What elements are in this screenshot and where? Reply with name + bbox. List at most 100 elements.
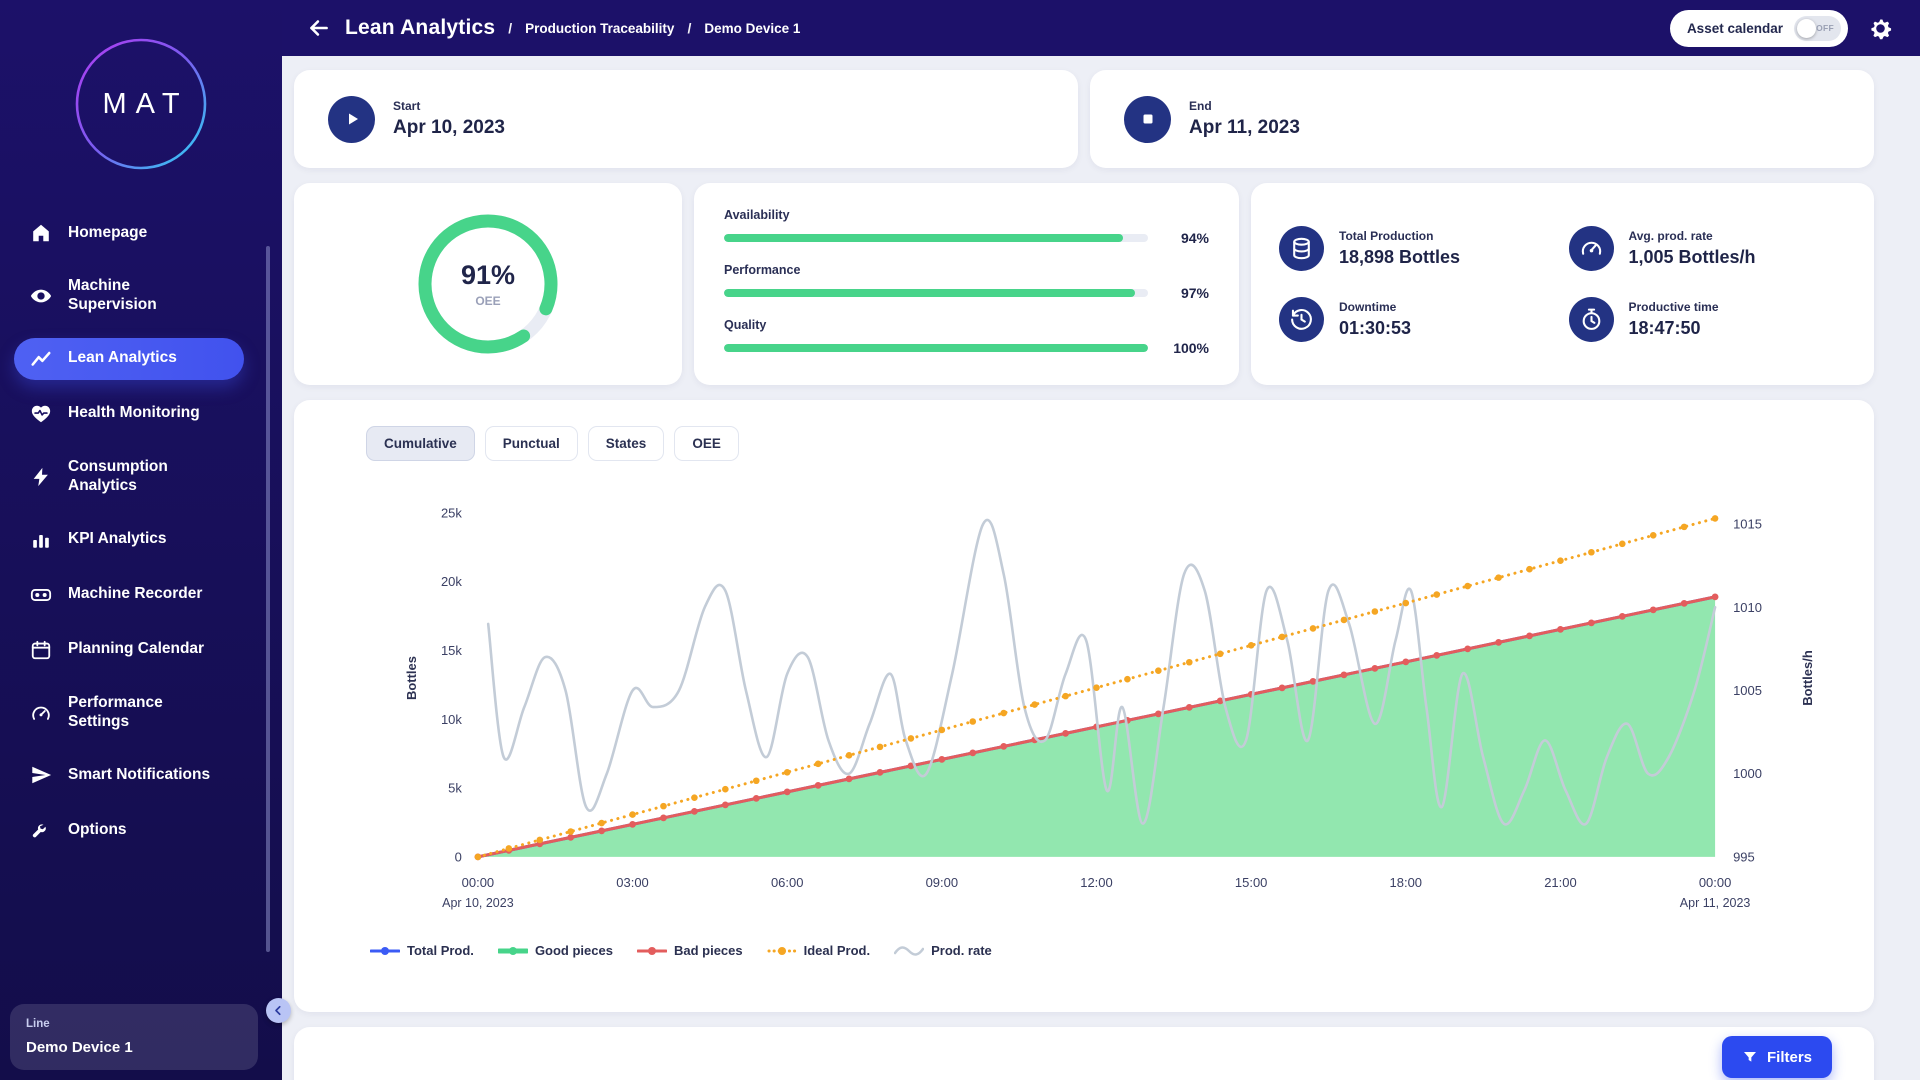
header: Lean Analytics / Production Traceability…: [282, 0, 1920, 56]
kpi-productive-time: Productive time 18:47:50: [1569, 297, 1847, 342]
svg-text:1010: 1010: [1733, 600, 1762, 615]
back-button[interactable]: [306, 15, 332, 41]
sidebar-item-planning-calendar[interactable]: Planning Calendar: [14, 629, 244, 671]
line-chart-icon: [30, 348, 52, 370]
gauge-icon: [30, 702, 52, 724]
svg-text:15:00: 15:00: [1235, 875, 1268, 890]
stopwatch-icon: [1579, 307, 1604, 332]
kpi-icon-circle: [1279, 226, 1324, 271]
kpi-total-production: Total Production18,898 Bottles: [1279, 226, 1557, 271]
svg-text:Apr 11, 2023: Apr 11, 2023: [1680, 896, 1751, 910]
page-title: Lean Analytics: [345, 16, 495, 40]
sidebar-scrollbar[interactable]: [266, 246, 270, 952]
sidebar-item-options[interactable]: Options: [14, 809, 244, 851]
database-icon: [1289, 236, 1314, 261]
kpi-label: Productive time: [1629, 300, 1719, 314]
svg-text:06:00: 06:00: [771, 875, 804, 890]
tab-oee[interactable]: OEE: [674, 426, 739, 461]
kpi-card: Total Production18,898 Bottles Avg. prod.…: [1251, 183, 1874, 385]
settings-button[interactable]: [1867, 15, 1894, 42]
end-card: End Apr 11, 2023: [1090, 70, 1874, 168]
oee-value: 91%: [461, 260, 515, 291]
tab-cumulative[interactable]: Cumulative: [366, 426, 475, 461]
metrics-card: Availability94%Performance97%Quality100%: [694, 183, 1239, 385]
chart-tabs: Cumulative Punctual States OEE: [366, 426, 1850, 461]
breadcrumb-production-traceability[interactable]: Production Traceability: [525, 21, 674, 36]
sidebar-item-label: KPI Analytics: [68, 530, 167, 549]
oee-donut: 91% OEE: [407, 203, 569, 365]
legend-bad-pieces[interactable]: Bad pieces: [637, 943, 743, 958]
bar-chart-icon: [30, 529, 52, 551]
app-root: MAT Homepage Machine Supervision Lean Anal…: [0, 0, 1920, 1080]
legend-good-pieces[interactable]: Good pieces: [498, 943, 613, 958]
sidebar-item-consumption-analytics[interactable]: Consumption Analytics: [14, 448, 244, 506]
svg-text:25k: 25k: [441, 505, 462, 520]
home-icon: [30, 222, 52, 244]
kpi-value: 1,005 Bottles/h: [1629, 247, 1756, 268]
metrics-bars: Availability94%Performance97%Quality100%: [724, 208, 1209, 356]
svg-text:Bottles/h: Bottles/h: [1800, 650, 1815, 706]
end-button[interactable]: [1124, 96, 1171, 143]
line-selector-value: Demo Device 1: [26, 1039, 242, 1056]
chart-canvas: 05k10k15k20k25k9951000100510101015Bottle…: [318, 477, 1850, 939]
sidebar-item-machine-recorder[interactable]: Machine Recorder: [14, 574, 244, 616]
svg-text:00:00: 00:00: [1699, 875, 1732, 890]
start-button[interactable]: [328, 96, 375, 143]
breadcrumb-separator: /: [687, 20, 691, 36]
metric-percent: 97%: [1163, 285, 1209, 301]
metric-progress-bar: [724, 234, 1148, 242]
filters-button[interactable]: Filters: [1722, 1036, 1832, 1078]
asset-calendar-control[interactable]: Asset calendar OFF: [1670, 10, 1848, 47]
kpi-icon-circle: [1279, 297, 1324, 342]
tab-states[interactable]: States: [588, 426, 665, 461]
breadcrumb-demo-device[interactable]: Demo Device 1: [704, 21, 800, 36]
line-selector[interactable]: Line Demo Device 1: [10, 1004, 258, 1070]
metric-percent: 94%: [1163, 230, 1209, 246]
oee-card: 91% OEE: [294, 183, 682, 385]
chart-legend: Total Prod. Good pieces Bad pieces Ideal Pr…: [370, 943, 1850, 958]
kpi-grid: Total Production18,898 Bottles Avg. prod.…: [1279, 201, 1846, 367]
eye-icon: [30, 285, 52, 307]
svg-text:10k: 10k: [441, 712, 462, 727]
svg-text:5k: 5k: [448, 781, 462, 796]
recorder-icon: [30, 584, 52, 606]
svg-text:20k: 20k: [441, 574, 462, 589]
app-logo: MAT: [0, 0, 282, 208]
heart-icon: [30, 403, 52, 425]
sidebar-item-label: Consumption Analytics: [68, 458, 218, 496]
sidebar-item-health-monitoring[interactable]: Health Monitoring: [14, 393, 244, 435]
kpi-value: 18:47:50: [1629, 318, 1719, 339]
metric-label: Performance: [724, 263, 1209, 277]
legend-total-prod[interactable]: Total Prod.: [370, 943, 474, 958]
legend-prod-rate[interactable]: Prod. rate: [894, 943, 992, 958]
start-card: Start Apr 10, 2023: [294, 70, 1078, 168]
end-date: Apr 11, 2023: [1189, 117, 1300, 139]
sidebar-item-label: Lean Analytics: [68, 349, 177, 368]
kpi-icon-circle: [1569, 297, 1614, 342]
legend-label: Ideal Prod.: [804, 943, 870, 958]
kpi-value: 01:30:53: [1339, 318, 1411, 339]
asset-calendar-toggle[interactable]: OFF: [1794, 16, 1841, 41]
sidebar-item-kpi-analytics[interactable]: KPI Analytics: [14, 519, 244, 561]
bolt-icon: [30, 466, 52, 488]
sidebar-item-lean-analytics[interactable]: Lean Analytics: [14, 338, 244, 380]
history-clock-icon: [1289, 307, 1314, 332]
sidebar-item-performance-settings[interactable]: Performance Settings: [14, 684, 244, 742]
kpi-label: Downtime: [1339, 300, 1411, 314]
svg-text:Bottles: Bottles: [404, 656, 419, 700]
metric-performance: Performance 97%: [724, 263, 1209, 301]
svg-text:12:00: 12:00: [1080, 875, 1113, 890]
kpi-value: 18,898 Bottles: [1339, 247, 1460, 268]
sidebar-collapse-button[interactable]: [266, 998, 291, 1023]
filters-label: Filters: [1767, 1049, 1812, 1066]
sidebar-item-smart-notifications[interactable]: Smart Notifications: [14, 754, 244, 796]
kpi-label: Avg. prod. rate: [1629, 229, 1756, 243]
svg-text:995: 995: [1733, 849, 1755, 864]
tab-punctual[interactable]: Punctual: [485, 426, 578, 461]
sidebar-item-label: Planning Calendar: [68, 640, 204, 659]
legend-label: Prod. rate: [931, 943, 992, 958]
sidebar-item-homepage[interactable]: Homepage: [14, 212, 244, 254]
legend-label: Total Prod.: [407, 943, 474, 958]
legend-ideal-prod[interactable]: Ideal Prod.: [767, 943, 870, 958]
sidebar-item-machine-supervision[interactable]: Machine Supervision: [14, 267, 244, 325]
